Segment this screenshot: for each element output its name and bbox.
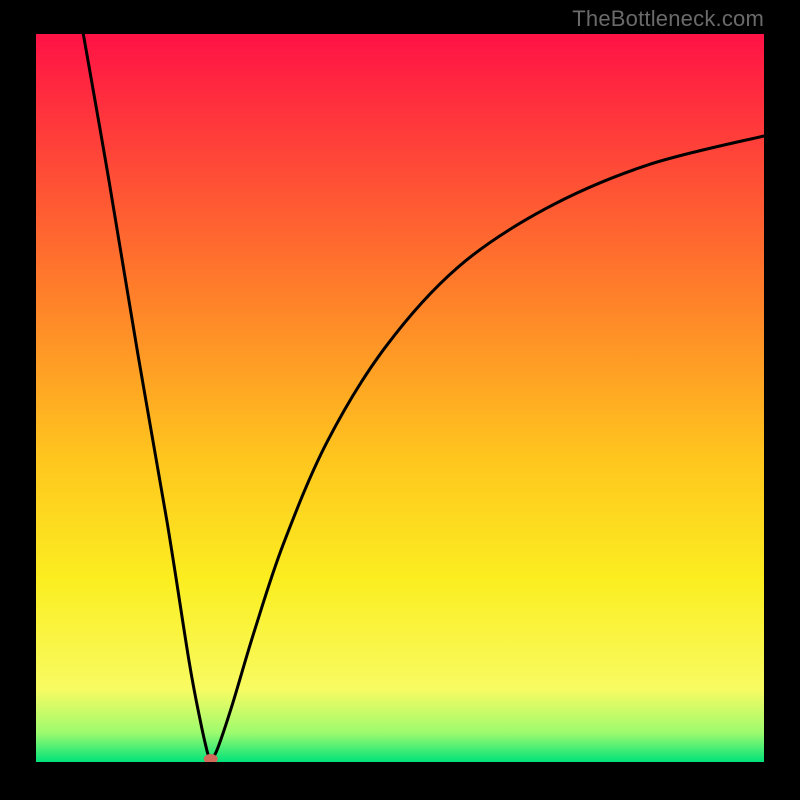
chart-container: TheBottleneck.com	[0, 0, 800, 800]
plot-svg	[36, 34, 764, 762]
watermark-text: TheBottleneck.com	[572, 6, 764, 32]
plot-area	[36, 34, 764, 762]
